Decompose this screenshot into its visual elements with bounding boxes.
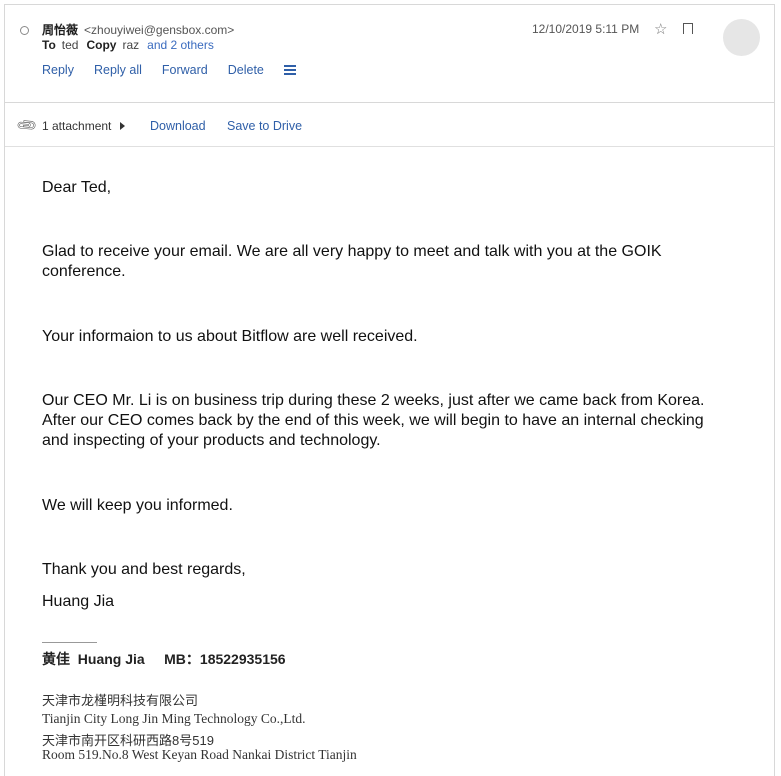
others-link[interactable]: and 2 others [147,38,214,52]
paragraph-3: Our CEO Mr. Li is on business trip durin… [42,392,705,449]
chevron-right-icon[interactable] [120,122,125,130]
read-status-icon[interactable] [20,26,29,35]
bookmark-icon[interactable] [683,23,693,38]
sender-email[interactable]: <zhouyiwei@gensbox.com> [84,23,234,37]
company-name-cn: 天津市龙槿明科技有限公司 [42,693,199,708]
address-en: Room 519.No.8 West Keyan Road Nankai Dis… [42,747,357,762]
greeting: Dear Ted, [42,179,112,196]
signoff: Huang Jia [42,593,115,610]
download-button[interactable]: Download [150,119,206,133]
menu-icon[interactable] [284,65,296,75]
action-bar: Reply Reply all Forward Delete [42,63,284,77]
sender-name[interactable]: 周怡薇 [42,23,78,37]
avatar[interactable] [723,19,760,56]
to-recipient[interactable]: ted [62,38,79,52]
star-icon[interactable]: ☆ [654,20,667,38]
header-divider [5,102,775,103]
paragraph-1: Glad to receive your email. We are all v… [42,243,662,280]
forward-button[interactable]: Forward [162,63,208,77]
attachment-divider [5,146,775,147]
reply-all-button[interactable]: Reply all [94,63,142,77]
company-name-en: Tianjin City Long Jin Ming Technology Co… [42,711,306,726]
attachment-count[interactable]: 1 attachment [42,119,111,133]
copy-label: Copy [86,38,117,52]
paragraph-2: Your informaion to us about Bitflow are … [42,328,418,345]
recipients-line: To ted Copy raz and 2 others [42,38,214,52]
signature-divider [42,642,97,643]
signature-name-line: 黄佳 Huang Jia MB：18522935156 [42,651,286,667]
message-date: 12/10/2019 5:11 PM [532,22,640,36]
closing: Thank you and best regards, [42,561,246,578]
copy-recipient[interactable]: raz [122,38,139,52]
save-to-drive-button[interactable]: Save to Drive [227,119,302,133]
reply-button[interactable]: Reply [42,63,74,77]
delete-button[interactable]: Delete [228,63,264,77]
paragraph-4: We will keep you informed. [42,497,233,514]
sender-line: 周怡薇 <zhouyiwei@gensbox.com> [42,21,234,38]
to-label: To [42,38,56,52]
